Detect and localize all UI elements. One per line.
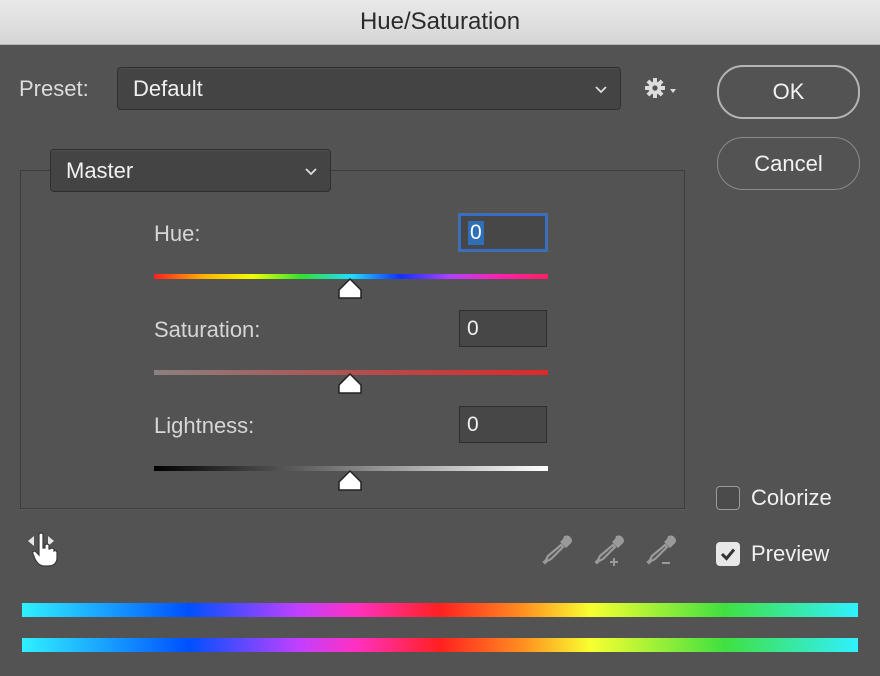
eyedropper-plus-icon[interactable] [592,532,628,568]
saturation-value: 0 [467,316,479,340]
window-title: Hue/Saturation [359,8,521,35]
channel-dropdown[interactable]: Master [50,149,331,192]
hand-icon[interactable] [26,530,62,568]
chevron-down-icon [595,85,607,93]
checkmark-icon [720,548,736,561]
title-bar: Hue/Saturation [0,0,880,45]
cancel-button[interactable]: Cancel [717,137,860,190]
saturation-input[interactable]: 0 [459,310,547,347]
preview-checkbox[interactable] [716,542,740,566]
chevron-down-icon [305,167,317,175]
preset-label: Preset: [19,76,89,101]
colorize-checkbox[interactable] [716,486,740,510]
adjustment-group [20,170,685,509]
lightness-label: Lightness: [154,413,255,438]
eyedropper-minus-icon[interactable] [644,532,680,568]
lightness-input[interactable]: 0 [459,406,547,443]
saturation-slider-thumb[interactable] [337,373,363,395]
hue-label: Hue: [154,221,201,246]
preset-value: Default [133,75,203,101]
gear-icon[interactable] [643,76,679,100]
colorize-label[interactable]: Colorize [751,485,832,511]
input-color-bar [22,603,858,617]
ok-button[interactable]: OK [717,65,860,119]
saturation-label: Saturation: [154,317,261,342]
channel-value: Master [66,157,134,183]
eyedropper-icon[interactable] [540,532,576,568]
output-color-bar [22,638,858,652]
preset-dropdown[interactable]: Default [117,67,621,110]
preview-label[interactable]: Preview [751,541,829,567]
hue-value: 0 [468,220,484,245]
lightness-slider-thumb[interactable] [337,470,363,492]
lightness-value: 0 [467,412,479,436]
hue-slider-thumb[interactable] [337,278,363,300]
hue-input[interactable]: 0 [459,214,547,251]
